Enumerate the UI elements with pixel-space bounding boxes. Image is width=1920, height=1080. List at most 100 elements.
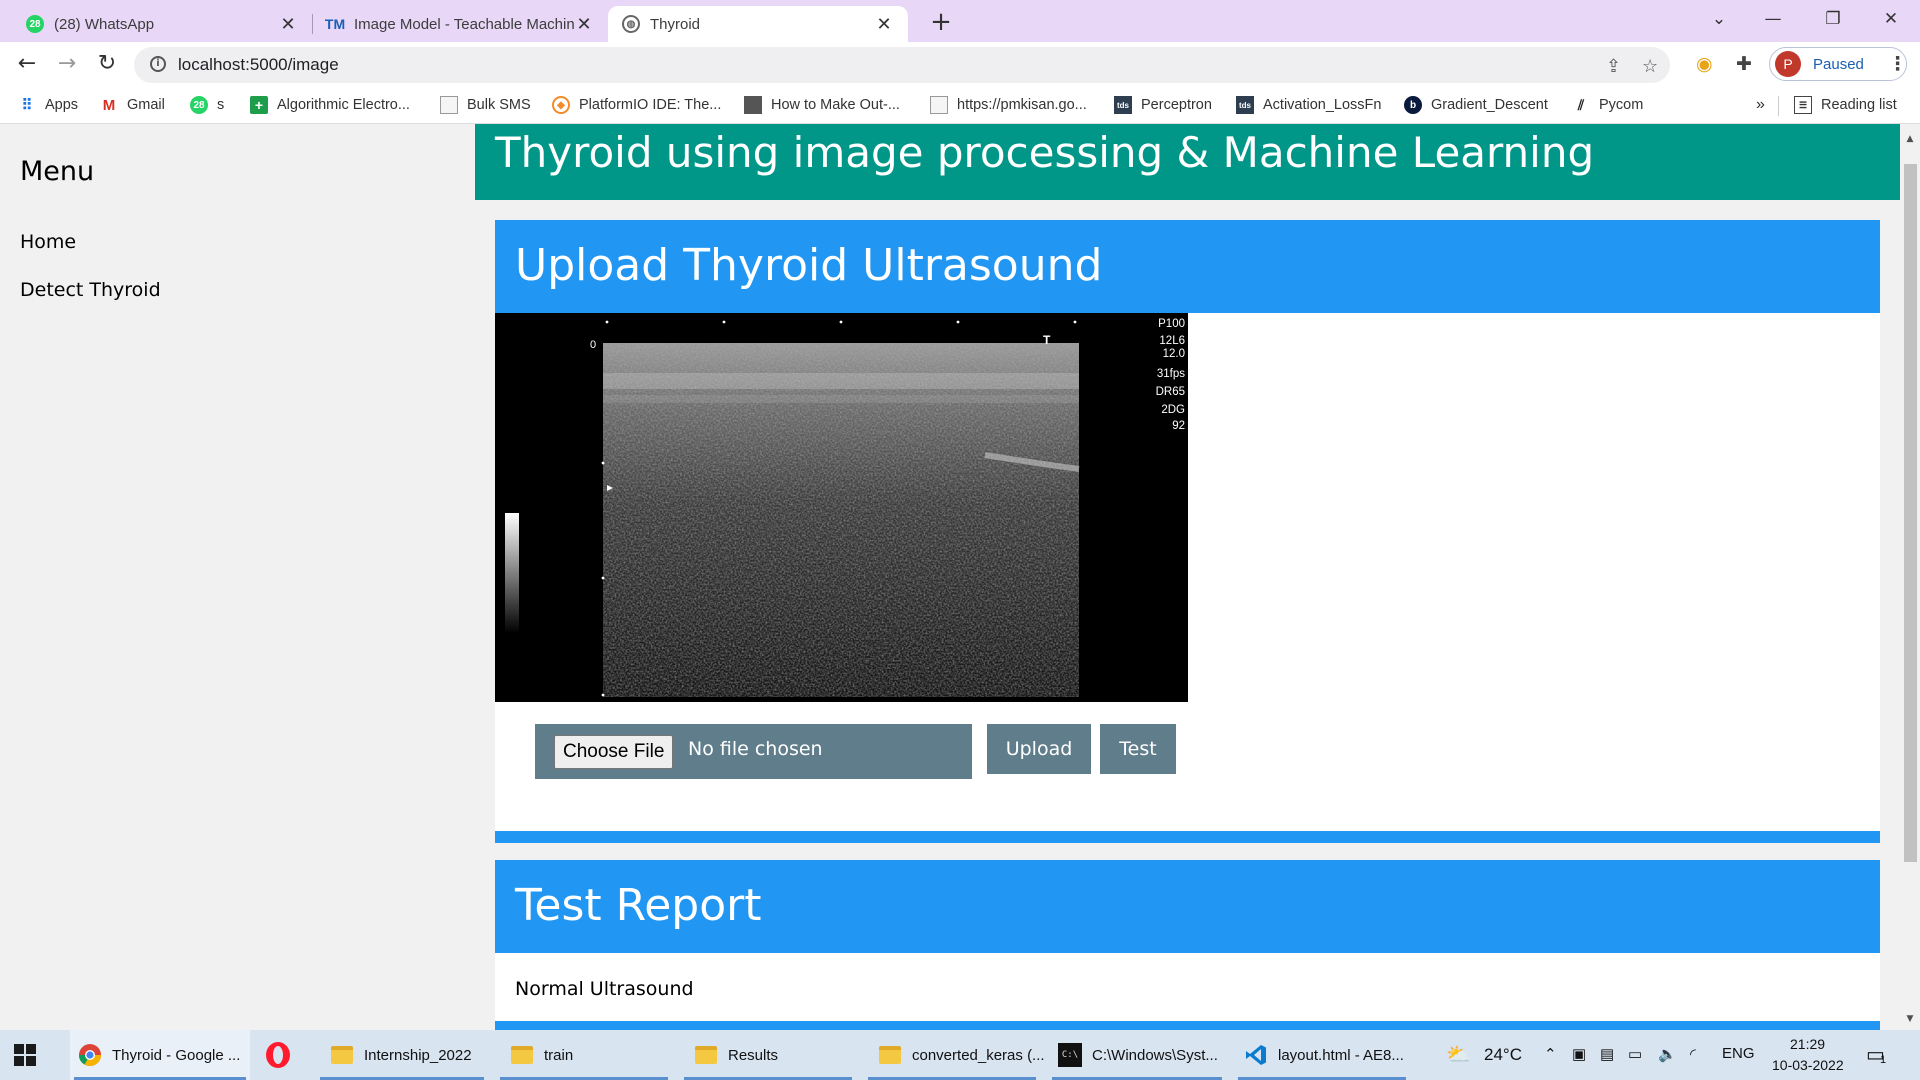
extension-icon[interactable]: ◉ xyxy=(1696,53,1713,75)
choose-file-button[interactable]: Choose File xyxy=(554,735,674,769)
weather-icon[interactable]: ⛅ xyxy=(1446,1042,1471,1067)
page-header: Thyroid using image processing & Machine… xyxy=(475,124,1900,200)
clock-time[interactable]: 21:29 xyxy=(1790,1036,1825,1052)
taskbar-label: train xyxy=(544,1046,574,1064)
close-tab-icon[interactable]: ✕ xyxy=(278,14,298,35)
depth-zero-label: 0 xyxy=(590,339,596,351)
profile-button[interactable]: P Paused xyxy=(1769,47,1907,81)
bookmark-gradient[interactable]: b Gradient_Descent xyxy=(1404,96,1548,114)
scrollbar[interactable]: ▲ ▼ xyxy=(1900,124,1920,1030)
tab-teachable-machine[interactable]: TM Image Model - Teachable Machin ✕ xyxy=(312,6,608,42)
close-tab-icon[interactable]: ✕ xyxy=(574,14,594,35)
tab-title: Image Model - Teachable Machin xyxy=(354,15,574,33)
scrollbar-thumb[interactable] xyxy=(1904,164,1917,862)
upload-card-header: Upload Thyroid Ultrasound xyxy=(495,220,1880,313)
tab-strip: 28 (28) WhatsApp ✕ TM Image Model - Teac… xyxy=(0,0,1920,42)
report-card: Test Report Normal Ultrasound xyxy=(495,860,1880,1030)
volume-icon[interactable]: 🔈 xyxy=(1658,1045,1677,1063)
bookmark-activation[interactable]: tds Activation_LossFn xyxy=(1236,96,1381,114)
url-text[interactable]: localhost:5000/image xyxy=(178,55,339,75)
bookmark-perceptron[interactable]: tds Perceptron xyxy=(1114,96,1212,114)
reload-button[interactable]: ↻ xyxy=(92,51,122,79)
meet-now-icon[interactable]: ▤ xyxy=(1600,1045,1614,1063)
device-icon[interactable]: ▣ xyxy=(1572,1045,1586,1063)
taskbar-opera[interactable] xyxy=(264,1030,298,1080)
forward-button[interactable]: → xyxy=(52,51,82,79)
tissue-layer xyxy=(603,395,1079,403)
file-input[interactable]: Choose File No file chosen xyxy=(535,724,972,779)
upload-button[interactable]: Upload xyxy=(987,724,1091,774)
new-tab-button[interactable]: + xyxy=(924,6,958,40)
reading-list-label: Reading list xyxy=(1821,97,1897,113)
notification-count: 1 xyxy=(1880,1054,1887,1066)
close-window-button[interactable]: ✕ xyxy=(1868,0,1914,40)
taskbar-cmd[interactable]: C:\ C:\Windows\Syst... xyxy=(1048,1030,1226,1080)
taskbar-results[interactable]: Results xyxy=(680,1030,856,1080)
share-icon[interactable]: ⇪ xyxy=(1606,56,1621,77)
b-logo-icon: b xyxy=(1404,96,1422,114)
tds-icon: tds xyxy=(1236,96,1254,114)
test-button[interactable]: Test xyxy=(1100,724,1176,774)
bookmark-label: Pycom xyxy=(1599,97,1644,113)
show-hidden-icons-icon[interactable]: ⌃ xyxy=(1544,1045,1557,1063)
back-button[interactable]: ← xyxy=(12,51,42,79)
globe-icon: ◍ xyxy=(622,15,640,33)
site-info-icon[interactable]: i xyxy=(150,56,166,72)
bookmark-gmail[interactable]: M Gmail xyxy=(100,96,165,114)
start-button[interactable] xyxy=(14,1030,36,1080)
restore-button[interactable]: ❐ xyxy=(1810,0,1856,40)
bookmark-label: Perceptron xyxy=(1141,97,1212,113)
bookmark-bulk-sms[interactable]: Bulk SMS xyxy=(440,96,531,114)
sidebar-item-detect-thyroid[interactable]: Detect Thyroid xyxy=(20,279,161,301)
taskbar-converted-keras[interactable]: converted_keras (... xyxy=(864,1030,1045,1080)
whatsapp-icon: 28 xyxy=(190,96,208,114)
browser-toolbar: ← → ↻ i localhost:5000/image ⇪ ☆ ◉ ✚ P P… xyxy=(0,42,1920,88)
reading-list-button[interactable]: ☰ Reading list xyxy=(1794,96,1897,114)
language-indicator[interactable]: ENG xyxy=(1722,1045,1755,1062)
bookmark-how-to[interactable]: How to Make Out-... xyxy=(744,96,900,114)
taskbar-label: layout.html - AE8... xyxy=(1278,1046,1404,1064)
wifi-icon[interactable]: ◜ xyxy=(1690,1045,1696,1063)
scroll-up-icon[interactable]: ▲ xyxy=(1904,134,1916,144)
opera-logo-icon xyxy=(266,1042,290,1068)
report-card-title: Test Report xyxy=(515,880,762,931)
scan-param: 92 xyxy=(1172,420,1185,432)
more-bookmarks-icon[interactable]: » xyxy=(1756,96,1765,114)
tab-thyroid[interactable]: ◍ Thyroid ✕ xyxy=(608,6,908,42)
minimize-button[interactable]: — xyxy=(1750,0,1796,40)
tab-title: Thyroid xyxy=(650,15,701,33)
tab-whatsapp[interactable]: 28 (28) WhatsApp ✕ xyxy=(12,6,312,42)
temperature[interactable]: 24°C xyxy=(1484,1045,1522,1065)
bookmark-star-icon[interactable]: ☆ xyxy=(1642,56,1658,77)
close-tab-icon[interactable]: ✕ xyxy=(874,14,894,35)
bookmark-algorithmic[interactable]: + Algorithmic Electro... xyxy=(250,96,410,114)
bookmark-pycom[interactable]: ⫽ Pycom xyxy=(1572,96,1643,114)
teachable-machine-icon: TM xyxy=(324,16,346,32)
report-card-footer xyxy=(495,1021,1880,1030)
taskbar-internship[interactable]: Internship_2022 xyxy=(316,1030,488,1080)
scroll-down-icon[interactable]: ▼ xyxy=(1904,1014,1916,1024)
bookmark-apps[interactable]: ⠿ Apps xyxy=(18,96,79,114)
bookmark-platformio[interactable]: ◆ PlatformIO IDE: The... xyxy=(552,96,721,114)
bookmark-whatsapp[interactable]: 28 s xyxy=(190,96,224,114)
taskbar-label: converted_keras (... xyxy=(912,1046,1045,1064)
extensions-puzzle-icon[interactable]: ✚ xyxy=(1736,53,1752,75)
taskbar-label: Results xyxy=(728,1046,779,1064)
taskbar-vscode[interactable]: layout.html - AE8... xyxy=(1234,1030,1410,1080)
reading-list-icon: ☰ xyxy=(1794,96,1812,114)
taskbar-train[interactable]: train xyxy=(496,1030,672,1080)
sidebar-item-home[interactable]: Home xyxy=(20,231,76,253)
battery-icon[interactable]: ▭ xyxy=(1628,1045,1642,1063)
taskbar-chrome[interactable]: Thyroid - Google ... xyxy=(70,1030,250,1080)
gray-scale-bar xyxy=(505,513,519,633)
upload-card-footer xyxy=(495,831,1880,843)
clock-date[interactable]: 10-03-2022 xyxy=(1772,1057,1844,1073)
tab-search-icon[interactable]: ⌄ xyxy=(1696,0,1742,40)
address-bar[interactable]: i localhost:5000/image ⇪ ☆ xyxy=(134,47,1670,83)
windows-icon xyxy=(14,1044,36,1066)
folder-icon xyxy=(694,1043,718,1067)
bookmark-pmkisan[interactable]: https://pmkisan.go... xyxy=(930,96,1087,114)
bookmark-label: Gmail xyxy=(127,97,165,113)
menu-dots-icon[interactable]: ⋮ xyxy=(1888,53,1907,75)
focus-marker: T xyxy=(1043,333,1051,347)
